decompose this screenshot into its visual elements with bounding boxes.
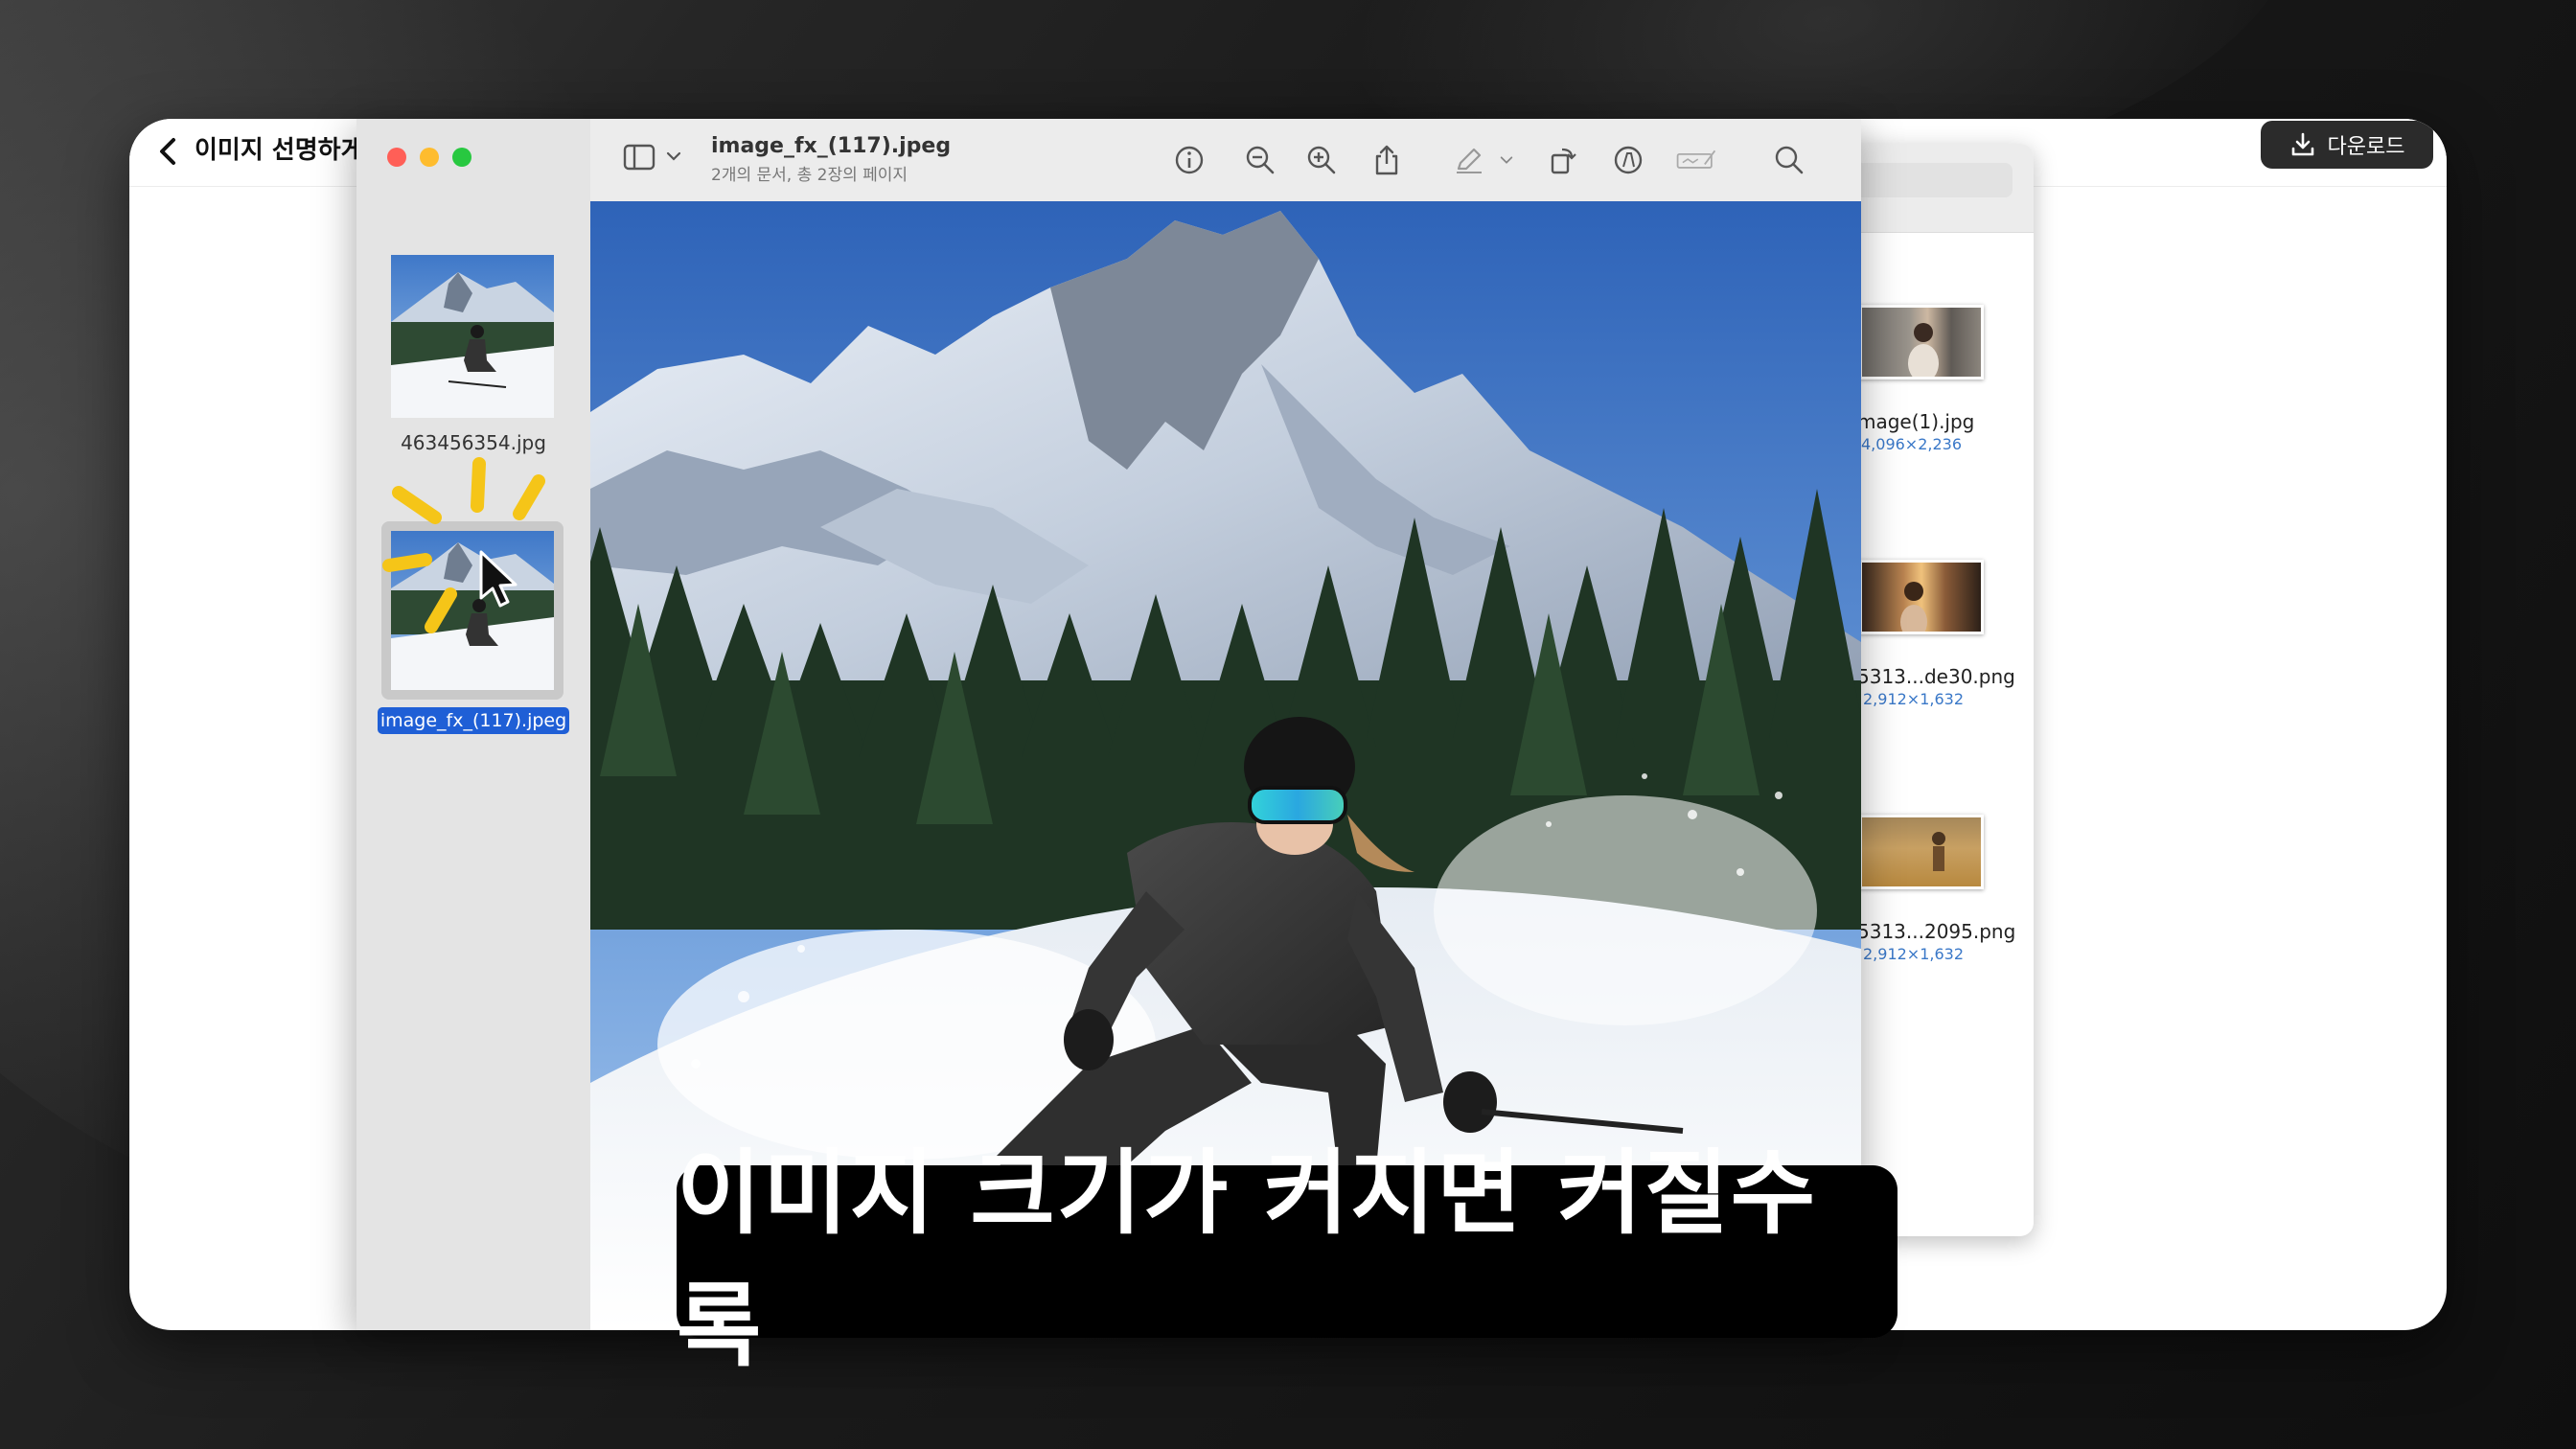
markup-circle-icon[interactable] bbox=[1610, 142, 1646, 178]
markup-pen-icon[interactable] bbox=[1451, 142, 1487, 178]
finder-item-name: mage(1).jpg bbox=[1857, 410, 1975, 433]
finder-item-dimensions: 4,096×2,236 bbox=[1861, 435, 1963, 453]
document-subtitle: 2개의 문서, 총 2장의 페이지 bbox=[711, 166, 908, 185]
sidebar-item-label-selected: image_fx_(117).jpeg bbox=[378, 707, 569, 734]
chevron-down-icon[interactable] bbox=[665, 148, 682, 165]
finder-thumbnail bbox=[1859, 305, 1984, 380]
search-icon[interactable] bbox=[1771, 142, 1807, 178]
zoom-out-icon[interactable] bbox=[1242, 142, 1278, 178]
share-icon[interactable] bbox=[1368, 142, 1405, 178]
zoom-in-icon[interactable] bbox=[1303, 142, 1340, 178]
mouse-cursor-icon bbox=[479, 550, 518, 608]
subtitle-caption: 이미지 크기가 커지면 커질수록 bbox=[677, 1139, 1898, 1380]
rotate-icon[interactable] bbox=[1545, 142, 1581, 178]
preview-sidebar: 463456354.jpg image_fx_(117).jpeg bbox=[356, 119, 591, 1330]
finder-item-name: 5313...2095.png bbox=[1857, 920, 2016, 943]
sidebar-toggle-icon[interactable] bbox=[623, 144, 656, 171]
chevron-left-icon bbox=[160, 138, 175, 165]
page-title: 이미지 선명하게 bbox=[195, 136, 364, 165]
subtitle-text: 이미지 크기가 커지면 커질수록 bbox=[677, 1139, 1818, 1380]
finder-search-field[interactable] bbox=[1850, 163, 2012, 197]
download-icon bbox=[2291, 132, 2313, 156]
back-button[interactable] bbox=[150, 132, 189, 171]
document-title: image_fx_(117).jpeg bbox=[711, 134, 952, 158]
download-button[interactable]: 다운로드 bbox=[2261, 121, 2433, 169]
chevron-down-icon[interactable] bbox=[1495, 142, 1518, 178]
finder-item-dimensions: 2,912×1,632 bbox=[1863, 945, 1965, 963]
finder-thumbnail bbox=[1859, 560, 1984, 634]
sparkle-highlight-icon bbox=[382, 457, 545, 633]
preview-toolbar: image_fx_(117).jpeg 2개의 문서, 총 2장의 페이지 bbox=[590, 119, 1861, 202]
finder-item-dimensions: 2,912×1,632 bbox=[1863, 690, 1965, 708]
finder-thumbnail bbox=[1859, 815, 1984, 889]
download-label: 다운로드 bbox=[2327, 135, 2405, 159]
finder-item-name: 5313...de30.png bbox=[1857, 665, 2015, 688]
signature-icon[interactable] bbox=[1673, 142, 1719, 178]
info-icon[interactable] bbox=[1171, 142, 1208, 178]
